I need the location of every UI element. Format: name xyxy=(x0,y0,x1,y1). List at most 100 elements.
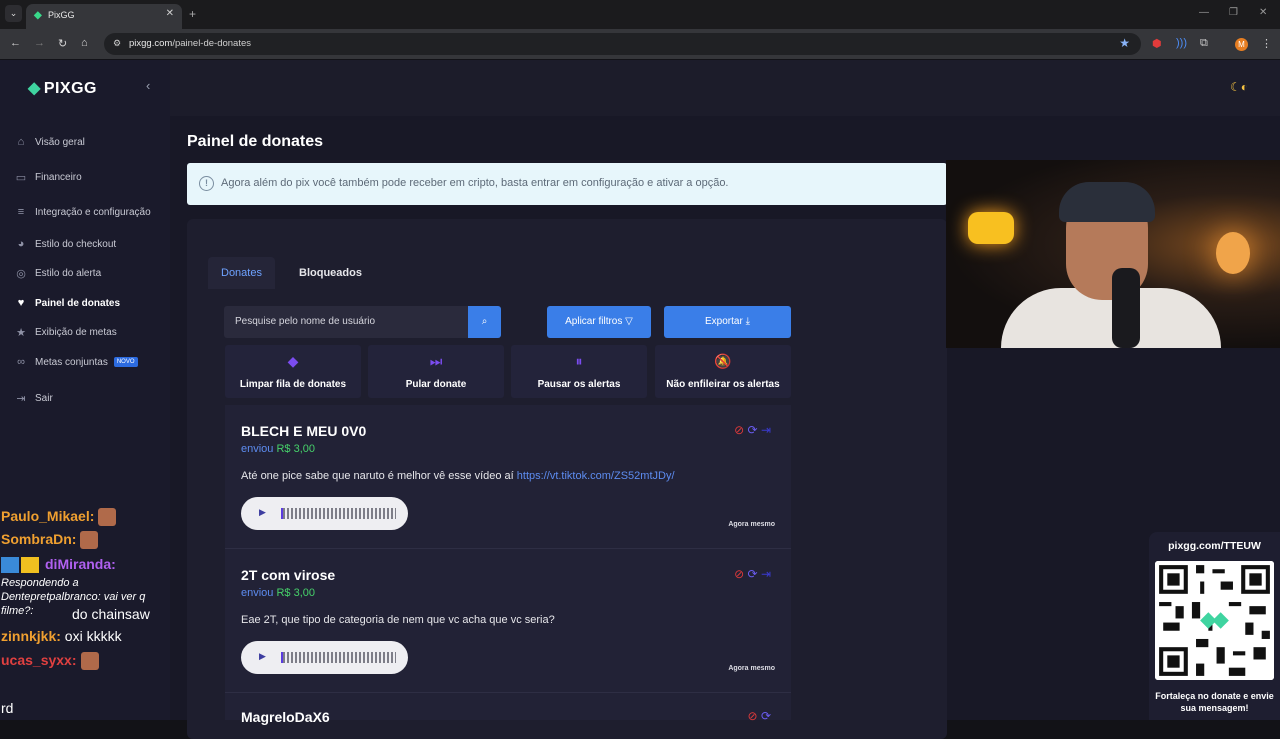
pixgg-logo[interactable]: ◆ PIXGG xyxy=(28,78,97,98)
skip-donate-button[interactable]: ⏭ Pular donate xyxy=(368,345,504,398)
tab-title: PixGG xyxy=(48,10,75,20)
forward-icon[interactable]: → xyxy=(34,37,45,49)
extension-wave-icon[interactable]: ))) xyxy=(1176,37,1187,49)
pixgg-favicon-icon: ◆ xyxy=(34,10,42,21)
minimize-icon[interactable]: — xyxy=(1199,7,1209,18)
new-tab-icon[interactable]: + xyxy=(189,7,196,21)
alert-icon: ◎ xyxy=(16,268,26,280)
sidebar-item-sair[interactable]: ⇥ Sair xyxy=(14,392,52,405)
donate-card: BLECH E MEU 0V0 enviou R$ 3,00 ⊘ ⟳ ⇥ Até… xyxy=(225,405,791,549)
bell-off-icon: 🔕 xyxy=(714,353,732,369)
home-icon[interactable]: ⌂ xyxy=(81,37,88,49)
logout-icon: ⇥ xyxy=(16,393,26,405)
chat-message: zinnkjkk: oxi kkkkk xyxy=(1,628,122,644)
site-info-icon[interactable]: ⚙ xyxy=(113,38,121,49)
skip-small-icon[interactable]: ⇥ xyxy=(761,567,771,581)
browser-tab-strip: ⌄ ◆ PixGG ✕ + — ❐ ✕ xyxy=(0,0,1280,29)
export-button[interactable]: Exportar ⤓ xyxy=(664,306,791,338)
waveform[interactable] xyxy=(281,508,396,519)
star-icon: ★ xyxy=(16,327,26,339)
search-button[interactable]: ⌕ xyxy=(468,306,501,338)
audio-player[interactable]: ▶ xyxy=(241,641,408,674)
reload-icon[interactable]: ↻ xyxy=(58,37,67,50)
link-icon: ∞ xyxy=(17,356,25,368)
donate-amount-line: enviou R$ 3,00 xyxy=(241,587,316,599)
eraser-icon: ◆ xyxy=(287,353,299,369)
donate-time: Agora mesmo xyxy=(728,521,775,528)
page-title: Painel de donates xyxy=(187,133,324,150)
main-content: ☾◐ Painel de donates ! Agora além do pix… xyxy=(170,60,1280,739)
download-icon: ⤓ xyxy=(745,316,750,327)
block-icon[interactable]: ⊘ xyxy=(734,567,744,581)
sidebar-item-integracao[interactable]: ≡ Integração e configuração xyxy=(14,206,151,218)
logo-mark-icon: ◆ xyxy=(28,80,41,97)
replay-icon[interactable]: ⟳ xyxy=(761,709,771,723)
block-icon[interactable]: ⊘ xyxy=(748,709,758,723)
replay-icon[interactable]: ⟳ xyxy=(748,423,758,437)
window-close-icon[interactable]: ✕ xyxy=(1259,7,1267,18)
donor-name: 2T com virose xyxy=(241,567,336,583)
lamp-left xyxy=(968,212,1014,244)
donate-time: Agora mesmo xyxy=(728,665,775,672)
bookmark-star-icon[interactable]: ★ xyxy=(1119,36,1130,50)
tab-bloqueados[interactable]: Bloqueados xyxy=(286,257,375,289)
block-icon[interactable]: ⊘ xyxy=(734,423,744,437)
apply-filters-button[interactable]: Aplicar filtros ▽ xyxy=(547,306,651,338)
pause-alerts-button[interactable]: ⏸ Pausar os alertas xyxy=(511,345,647,398)
new-badge: NOVO xyxy=(113,357,138,367)
no-queue-alerts-button[interactable]: 🔕 Não enfileirar os alertas xyxy=(655,345,791,398)
sidebar-item-estilo-checkout[interactable]: ◕ Estilo do checkout xyxy=(14,238,117,250)
waveform[interactable] xyxy=(281,652,396,663)
donate-actions: ⊘ ⟳ xyxy=(748,709,771,723)
pause-icon: ⏸ xyxy=(575,353,583,369)
extension-shield-icon[interactable]: ⬢ xyxy=(1152,37,1162,50)
donate-message: Eae 2T, que tipo de categoria de nem que… xyxy=(241,614,555,626)
audio-player[interactable]: ▶ xyxy=(241,497,408,530)
profile-avatar[interactable]: M xyxy=(1235,38,1248,51)
lamp-right xyxy=(1216,232,1250,274)
streamer-cap xyxy=(1059,182,1155,222)
webcam-overlay xyxy=(946,160,1280,348)
sidebar-item-financeiro[interactable]: ▭ Financeiro xyxy=(14,171,82,184)
skip-small-icon[interactable]: ⇥ xyxy=(761,423,771,437)
sidebar-item-estilo-alerta[interactable]: ◎ Estilo do alerta xyxy=(14,267,101,280)
collapse-sidebar-icon[interactable]: ‹ xyxy=(146,78,150,93)
menu-kebab-icon[interactable]: ⋮ xyxy=(1261,37,1272,50)
message-link[interactable]: https://vt.tiktok.com/ZS52mtJDy/ xyxy=(517,470,675,482)
donate-card: 2T com virose enviou R$ 3,00 ⊘ ⟳ ⇥ Eae 2… xyxy=(225,549,791,693)
play-icon[interactable]: ▶ xyxy=(259,507,266,518)
donate-card: MagreloDaX6 ⊘ ⟳ xyxy=(225,693,791,725)
back-icon[interactable]: ← xyxy=(10,37,21,49)
sidebar-item-exibicao-metas[interactable]: ★ Exibição de metas xyxy=(14,326,117,339)
emote-icon xyxy=(80,652,99,671)
tab-donates[interactable]: Donates xyxy=(208,257,275,289)
donate-actions: ⊘ ⟳ ⇥ xyxy=(734,567,771,581)
clear-queue-button[interactable]: ◆ Limpar fila de donates xyxy=(225,345,361,398)
theme-toggle-icon[interactable]: ☾◐ xyxy=(1230,80,1248,94)
microphone xyxy=(1112,268,1140,348)
sidebar-item-visao-geral[interactable]: ⌂ Visão geral xyxy=(14,136,85,148)
browser-tab[interactable]: ◆ PixGG ✕ xyxy=(26,4,182,29)
tab-search-button[interactable]: ⌄ xyxy=(5,5,22,22)
settings-icon: ≡ xyxy=(17,206,25,218)
search-input[interactable]: Pesquise pelo nome de usuário ⌕ xyxy=(224,306,501,338)
wallet-icon: ▭ xyxy=(15,172,27,184)
address-bar[interactable]: ⚙ pixgg.com/painel-de-donates ★ xyxy=(104,33,1141,55)
sidebar-item-painel-donates[interactable]: ♥ Painel de donates xyxy=(14,297,120,309)
chat-message-text: do chainsaw xyxy=(72,606,150,622)
donate-amount-line: enviou R$ 3,00 xyxy=(241,443,316,455)
search-icon: ⌕ xyxy=(481,316,488,327)
badge-icon xyxy=(1,557,19,574)
restore-icon[interactable]: ❐ xyxy=(1229,7,1238,18)
close-tab-icon[interactable]: ✕ xyxy=(166,8,174,19)
extensions-puzzle-icon[interactable]: ⧉ xyxy=(1200,37,1208,50)
top-bar: ☾◐ xyxy=(170,60,1280,116)
donate-icon: ♥ xyxy=(17,297,25,309)
replay-icon[interactable]: ⟳ xyxy=(748,567,758,581)
play-icon[interactable]: ▶ xyxy=(259,651,266,662)
donate-actions: ⊘ ⟳ ⇥ xyxy=(734,423,771,437)
chat-message: diMiranda: xyxy=(1,556,116,574)
search-placeholder: Pesquise pelo nome de usuário xyxy=(235,316,376,327)
crown-badge-icon xyxy=(21,557,39,574)
sidebar-item-metas-conjuntas[interactable]: ∞ Metas conjuntas NOVO xyxy=(14,356,138,368)
